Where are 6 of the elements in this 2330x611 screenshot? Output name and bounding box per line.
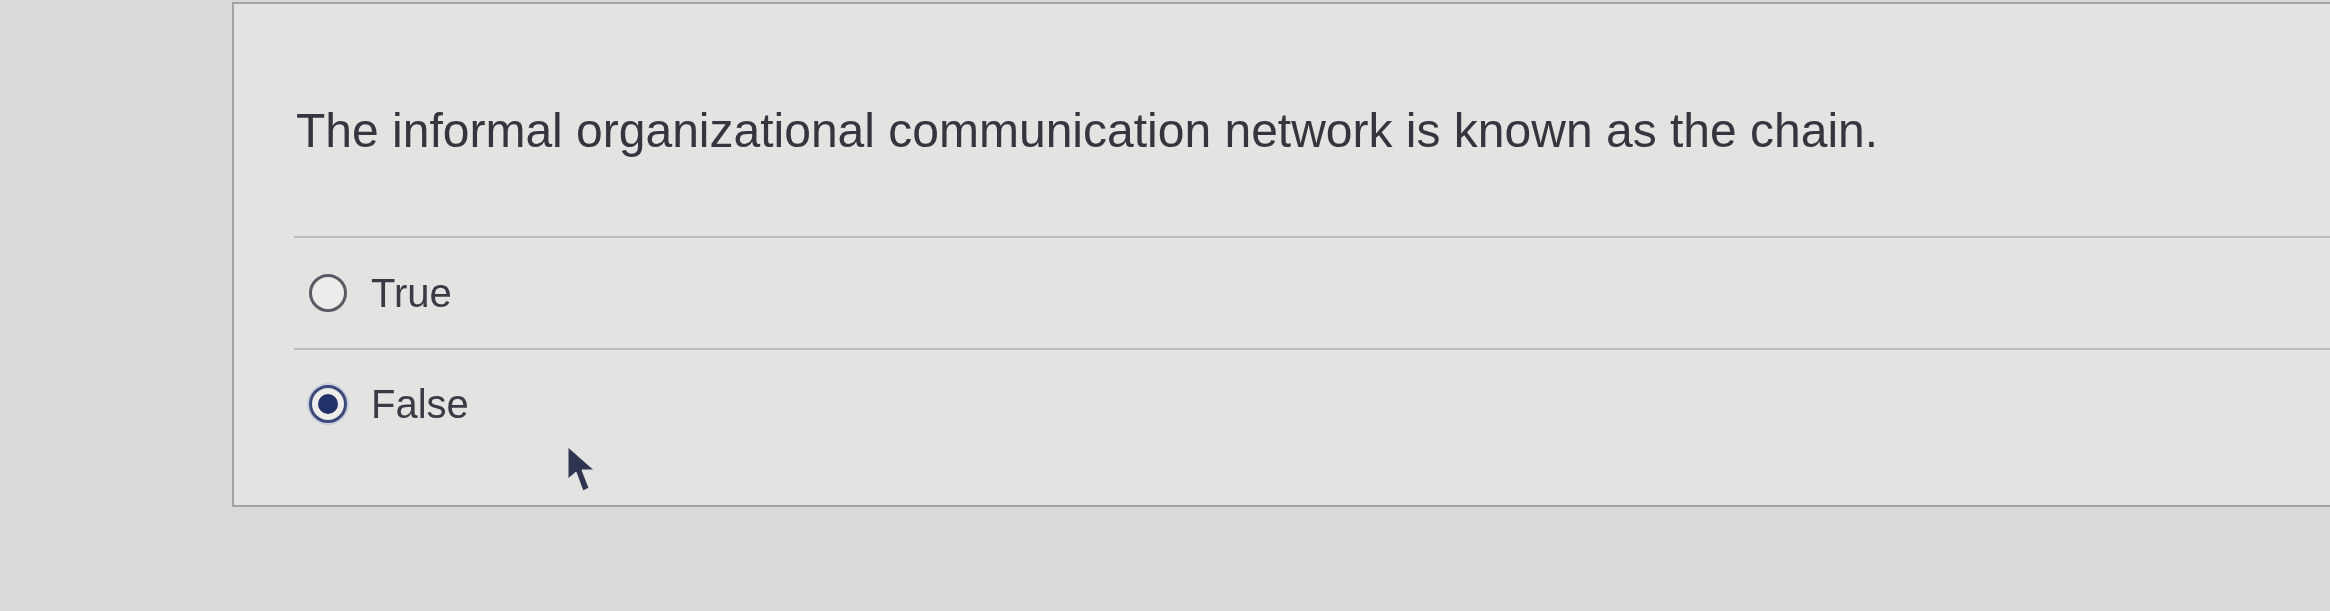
mouse-pointer-icon [567,446,595,492]
radio-button[interactable] [309,384,347,423]
radio-button[interactable] [309,273,347,312]
option-label[interactable]: True [371,268,452,317]
option-label[interactable]: False [371,379,469,428]
question-text: The informal organizational communication network is known as the chain. [295,103,1880,159]
